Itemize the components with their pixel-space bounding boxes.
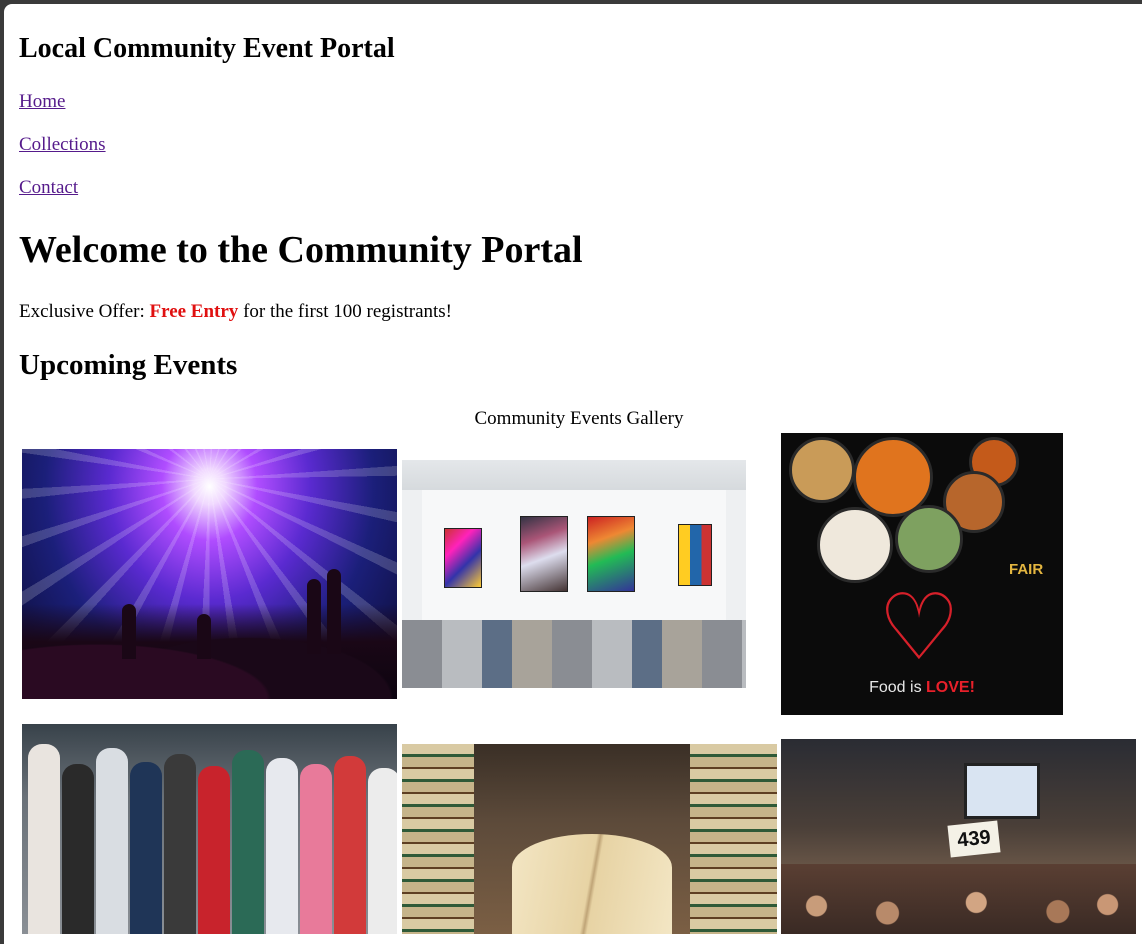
- gallery-caption: Community Events Gallery: [474, 408, 684, 429]
- painting: [444, 528, 482, 588]
- food-fair-badge: FAIR: [1009, 561, 1044, 578]
- runner: [130, 762, 162, 934]
- banquet-hall-image: 439: [781, 739, 1136, 934]
- gallery-floor: [402, 620, 746, 688]
- runner: [368, 768, 397, 934]
- runner: [164, 754, 196, 934]
- food-fair-image: FAIR ♡ Food is LOVE!: [781, 433, 1063, 715]
- gallery-ceiling: [402, 460, 746, 490]
- book-stack: [690, 744, 777, 934]
- runner: [198, 766, 230, 934]
- raised-hand: [327, 569, 341, 654]
- painting: [678, 524, 712, 586]
- hall-screen: [964, 763, 1040, 819]
- runner: [28, 744, 60, 934]
- runner: [96, 748, 128, 934]
- nav-link-contact[interactable]: Contact: [19, 177, 78, 199]
- painting: [587, 516, 635, 592]
- art-gallery-image: [402, 460, 746, 688]
- offer-prefix: Exclusive Offer:: [19, 301, 150, 322]
- hero-title: Welcome to the Community Portal: [19, 229, 583, 271]
- runner: [232, 750, 264, 934]
- dish: [817, 507, 893, 583]
- runner: [334, 756, 366, 934]
- food-love-text: Food is LOVE!: [869, 679, 975, 696]
- marathon-image: [22, 724, 397, 934]
- runner: [300, 764, 332, 934]
- open-book: [512, 834, 672, 934]
- raised-hand: [122, 604, 136, 659]
- painting: [520, 516, 568, 592]
- site-title: Local Community Event Portal: [19, 33, 395, 64]
- heart-fork-icon: ♡: [877, 577, 961, 679]
- nav-link-home[interactable]: Home: [19, 91, 65, 113]
- books-image: [402, 744, 777, 934]
- bid-paddle-sign: 439: [947, 820, 1001, 858]
- browser-viewport: Local Community Event Portal Home Collec…: [4, 4, 1142, 944]
- raised-hand: [307, 579, 321, 654]
- runner: [266, 758, 298, 934]
- seated-crowd: [781, 864, 1136, 934]
- raised-hand: [197, 614, 211, 659]
- events-heading: Upcoming Events: [19, 349, 238, 381]
- dish: [789, 437, 855, 503]
- dish: [895, 505, 963, 573]
- offer-banner: Exclusive Offer: Free Entry for the firs…: [19, 300, 452, 324]
- concert-image: [22, 449, 397, 699]
- runner: [62, 764, 94, 934]
- offer-highlight: Free Entry: [149, 301, 239, 322]
- nav-link-collections[interactable]: Collections: [19, 134, 106, 156]
- offer-suffix: for the first 100 registrants!: [238, 301, 453, 322]
- book-stack: [402, 744, 474, 934]
